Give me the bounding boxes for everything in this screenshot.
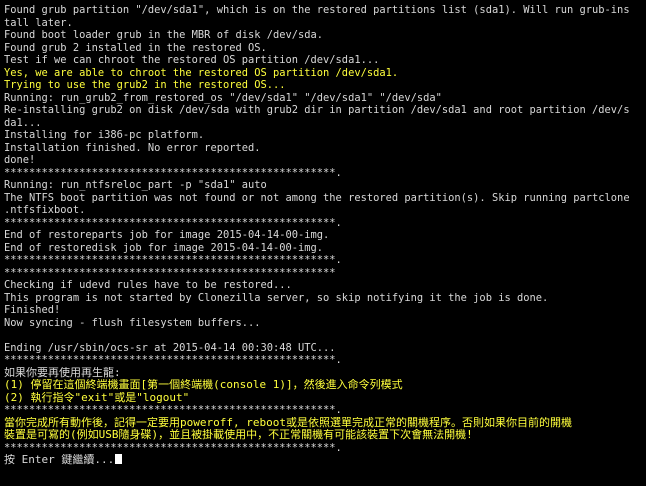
terminal-line: Found grub 2 installed in the restored O… — [4, 41, 267, 54]
terminal-line: Finished! — [4, 304, 61, 316]
terminal-line: This program is not started by Clonezill… — [4, 291, 549, 304]
terminal-line: tall later. — [4, 16, 73, 29]
terminal-line: ****************************************… — [4, 216, 342, 229]
terminal-line: 如果你要再使用再生龍: — [4, 366, 121, 379]
terminal-line: Test if we can chroot the restored OS pa… — [4, 54, 380, 66]
terminal-line: Running: run_ntfsreloc_part -p "sda1" au… — [4, 179, 267, 191]
terminal-line: Yes, we are able to chroot the restored … — [4, 66, 399, 79]
terminal-line: Installation finished. No error reported… — [4, 141, 261, 154]
terminal-line: Found boot loader grub in the MBR of dis… — [4, 29, 324, 41]
terminal-line: ****************************************… — [4, 166, 342, 179]
terminal-line: Trying to use the grub2 in the restored … — [4, 79, 286, 91]
terminal-line: ****************************************… — [4, 441, 342, 454]
terminal-line: Ending /usr/sbin/ocs-sr at 2015-04-14 00… — [4, 341, 336, 354]
terminal-line: Re-installing grub2 on disk /dev/sda wit… — [4, 104, 630, 116]
cursor-icon — [115, 454, 123, 464]
terminal-line: Installing for i386-pc platform. — [4, 129, 205, 141]
terminal-line: End of restoreparts job for image 2015-0… — [4, 229, 330, 241]
terminal-line: done! — [4, 154, 36, 166]
terminal-line: (2) 執行指令"exit"或是"logout" — [4, 391, 190, 404]
terminal-line: ****************************************… — [4, 266, 336, 279]
prompt-text: 按 Enter 鍵繼續... — [4, 454, 115, 466]
terminal-line: End of restoredisk job for image 2015-04… — [4, 241, 324, 254]
prompt-line[interactable]: 按 Enter 鍵繼續... — [4, 454, 646, 467]
terminal-line: Found grub partition "/dev/sda1", which … — [4, 4, 630, 16]
terminal-line: (1) 停留在這個終端機畫面[第一個終端機(console 1)]，然後進入命令… — [4, 379, 403, 391]
terminal-line: ****************************************… — [4, 354, 342, 366]
terminal-line: ****************************************… — [4, 254, 342, 266]
terminal-line: Checking if udevd rules have to be resto… — [4, 279, 292, 291]
terminal-screen[interactable]: Found grub partition "/dev/sda1", which … — [0, 0, 646, 486]
terminal-line: Now syncing - flush filesystem buffers..… — [4, 316, 261, 329]
terminal-line: The NTFS boot partition was not found or… — [4, 191, 630, 204]
terminal-line: 裝置是可寫的(例如USB隨身碟)，並且被掛載使用中，不正常關機有可能該裝置下次會… — [4, 429, 473, 441]
terminal-line: 當你完成所有動作後，記得一定要用poweroff, reboot或是依照選單完成… — [4, 416, 572, 429]
terminal-line: .ntfsfixboot. — [4, 204, 86, 216]
terminal-line: da1... — [4, 116, 42, 129]
terminal-line: Running: run_grub2_from_restored_os "/de… — [4, 91, 442, 104]
terminal-output: Found grub partition "/dev/sda1", which … — [4, 4, 646, 467]
terminal-line: ****************************************… — [4, 404, 342, 416]
